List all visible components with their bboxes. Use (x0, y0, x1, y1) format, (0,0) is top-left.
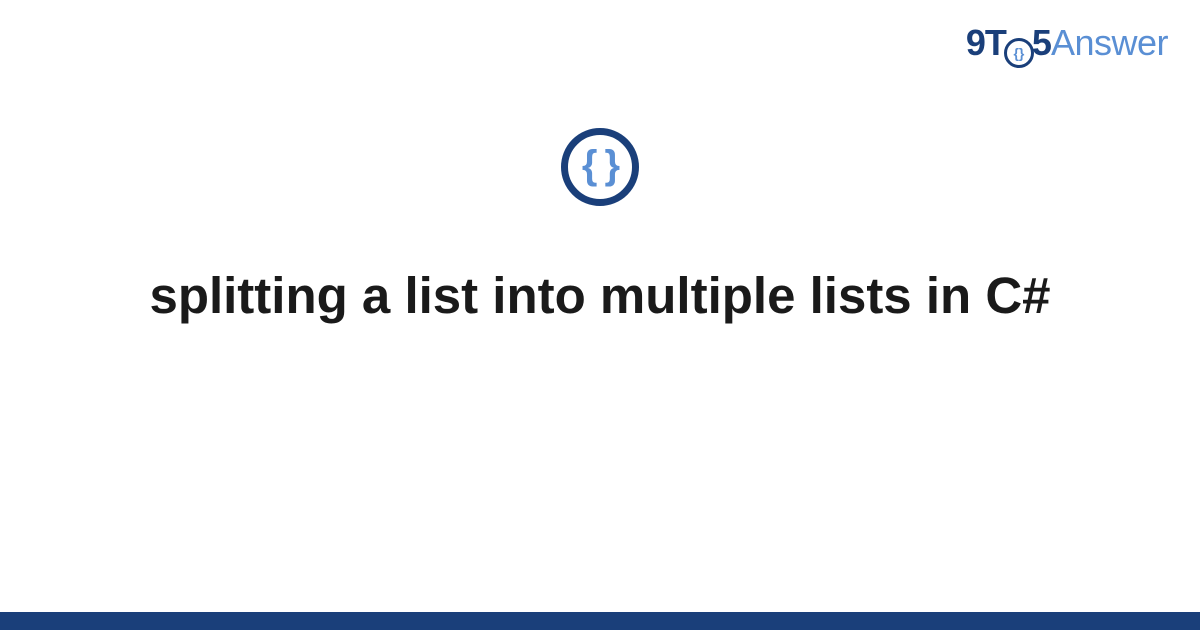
logo-braces-small: {} (1013, 46, 1024, 60)
logo-text-9t: 9T (966, 22, 1006, 64)
site-logo: 9T {} 5 Answer (966, 22, 1168, 65)
page-title: splitting a list into multiple lists in … (109, 264, 1090, 328)
logo-circle-icon: {} (1004, 38, 1034, 68)
code-braces-icon: { } (561, 128, 639, 206)
footer-accent-bar (0, 612, 1200, 630)
braces-symbol: { } (582, 145, 618, 185)
logo-text-answer: Answer (1051, 22, 1168, 64)
logo-text-5: 5 (1032, 22, 1051, 64)
main-content: { } splitting a list into multiple lists… (0, 128, 1200, 328)
